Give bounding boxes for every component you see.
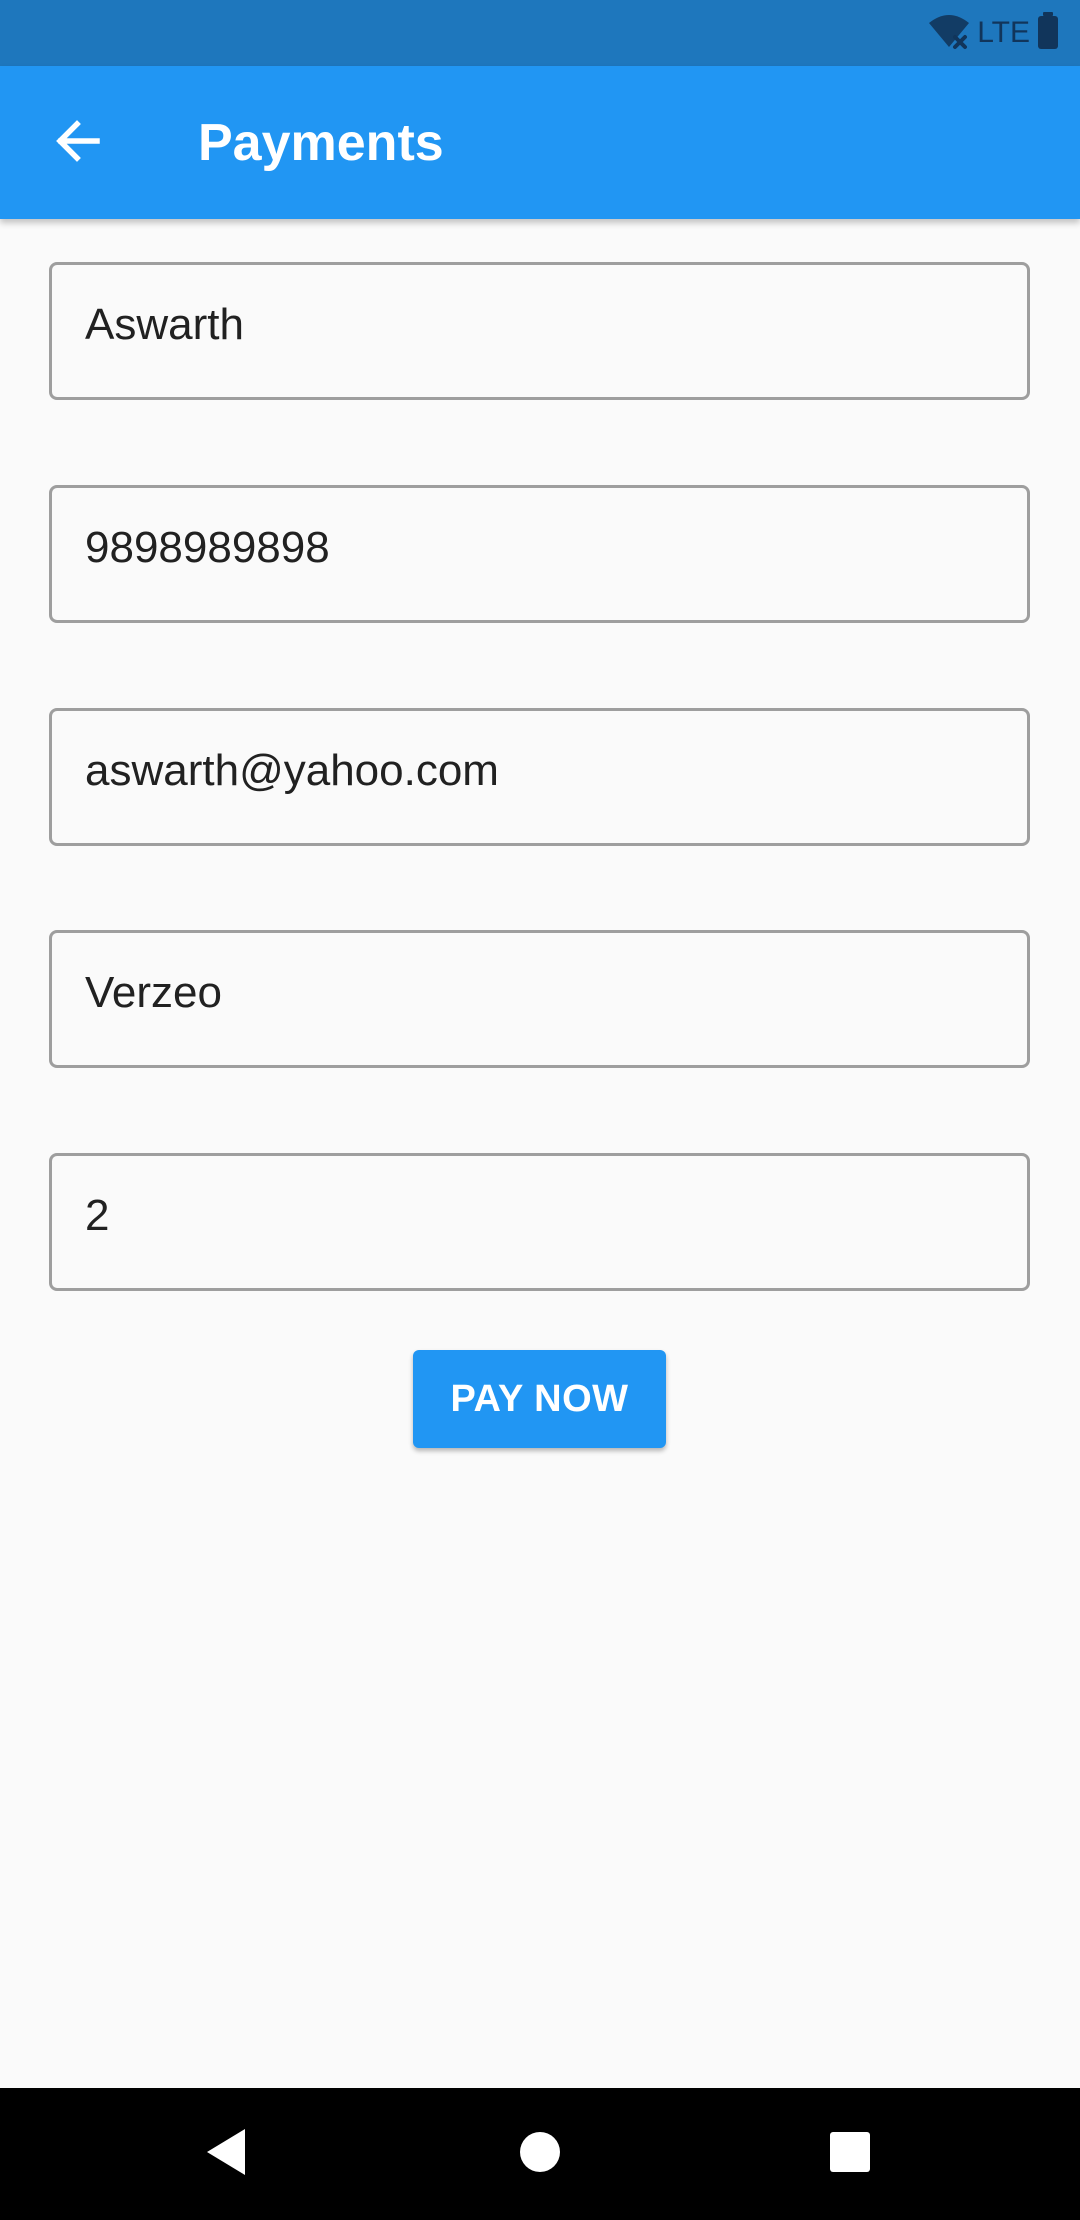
system-nav-bar [0,2088,1080,2220]
name-field[interactable] [49,262,1030,400]
back-button[interactable] [36,101,120,185]
email-field[interactable] [49,708,1030,846]
nav-home-button[interactable] [460,2088,620,2220]
organization-input[interactable] [52,933,1027,1065]
app-bar: Payments [0,66,1080,219]
status-icons: LTE [927,10,1060,56]
back-triangle-icon [203,2127,249,2182]
wifi-off-icon [927,11,971,56]
nav-back-button[interactable] [146,2088,306,2220]
page-title: Payments [198,114,444,172]
nav-recents-button[interactable] [770,2088,930,2220]
amount-input[interactable] [52,1156,1027,1288]
email-input[interactable] [52,711,1027,843]
network-type-label: LTE [977,16,1030,49]
organization-field[interactable] [49,930,1030,1068]
name-input[interactable] [52,265,1027,397]
phone-field[interactable] [49,485,1030,623]
phone-input[interactable] [52,488,1027,620]
arrow-left-icon [53,116,103,171]
battery-icon [1036,11,1060,56]
amount-field[interactable] [49,1153,1030,1291]
status-bar: LTE [0,0,1080,66]
pay-now-button[interactable]: PAY NOW [413,1350,666,1448]
recents-square-icon [829,2131,871,2178]
home-circle-icon [519,2131,561,2178]
